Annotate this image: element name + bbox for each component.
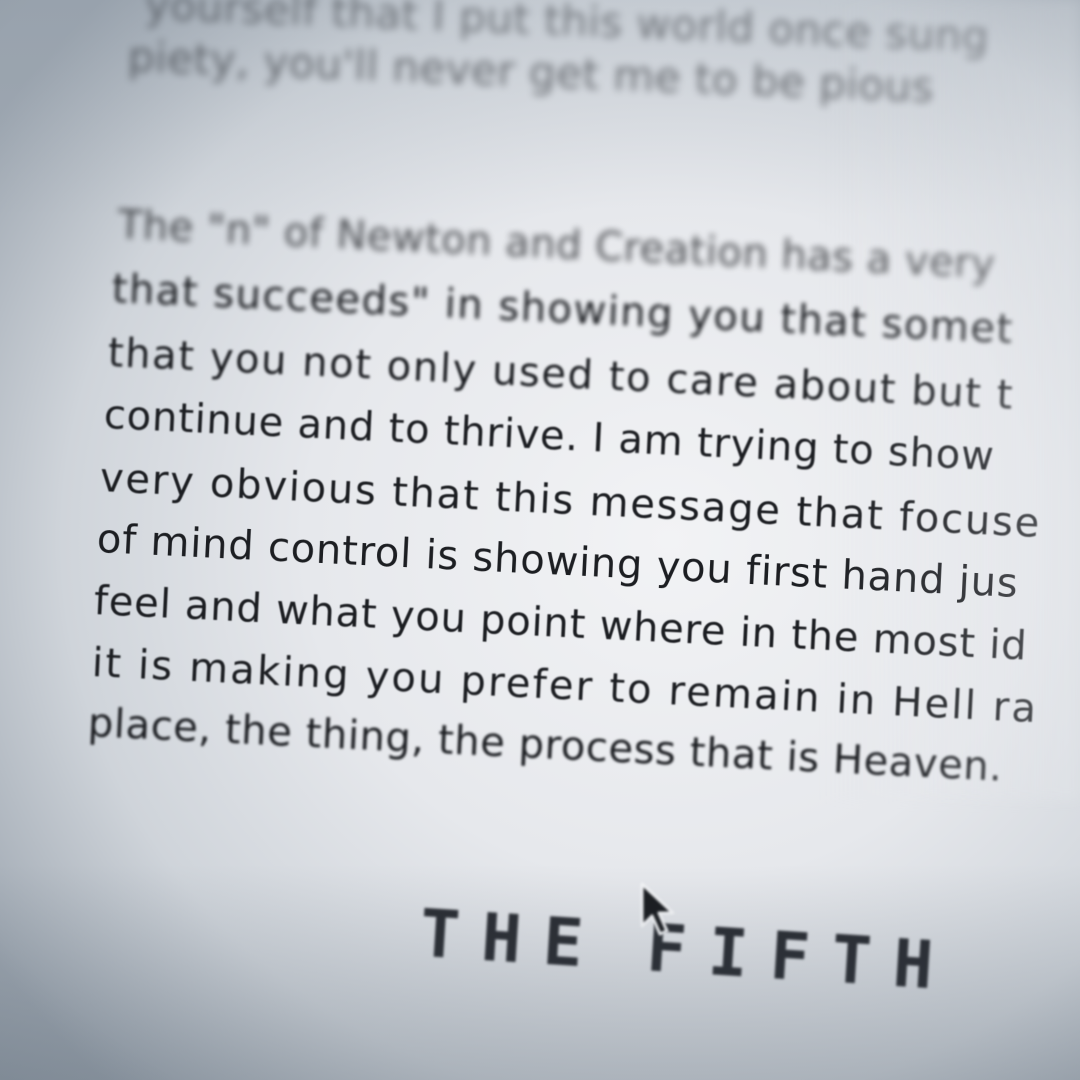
arrow-pointer-icon (636, 880, 680, 942)
heading-word-fifth: FIFTH (644, 909, 958, 1006)
document-viewport: yourself that I put this world once sung… (0, 0, 1080, 1080)
heading-word-the: THE (417, 895, 608, 984)
section-heading: THE FIFTH (418, 895, 958, 1005)
